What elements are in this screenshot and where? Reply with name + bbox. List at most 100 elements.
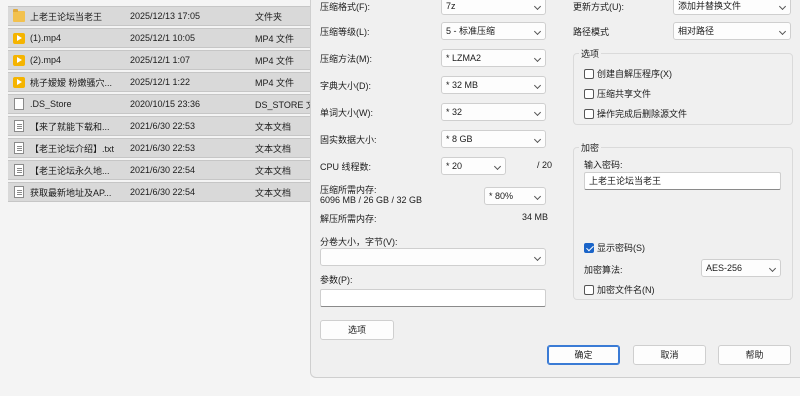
split-label: 分卷大小，字节(V): bbox=[320, 237, 398, 247]
video-icon bbox=[13, 33, 25, 44]
level-value: 5 - 标准压缩 bbox=[446, 26, 496, 36]
file-name: 【老王论坛永久地... bbox=[30, 165, 110, 176]
file-name: (2).mp4 bbox=[30, 55, 62, 65]
password-input[interactable]: 上老王论坛当老王 bbox=[584, 172, 781, 190]
file-row[interactable]: 【老王论坛介绍】.txt 2021/6/30 22:53 文本文档 bbox=[8, 138, 310, 158]
encrypt-names-label: 加密文件名(N) bbox=[597, 285, 655, 295]
file-date: 2020/10/15 23:36 bbox=[130, 99, 201, 109]
file-row[interactable]: 桃子嫒嫒 粉嫩骚穴... 2025/12/1 1:22 MP4 文件 bbox=[8, 72, 310, 92]
cpu-value: * 20 bbox=[446, 161, 463, 171]
file-type: 文本文档 bbox=[255, 187, 292, 198]
chevron-down-icon bbox=[778, 2, 787, 11]
word-value: * 32 bbox=[446, 107, 463, 117]
file-name: 【老王论坛介绍】.txt bbox=[30, 143, 115, 154]
file-name: .DS_Store bbox=[30, 99, 72, 109]
file-type: 文本文档 bbox=[255, 121, 292, 132]
params-label: 参数(P): bbox=[320, 275, 353, 285]
ok-button[interactable]: 确定 bbox=[547, 345, 620, 365]
update-select[interactable]: 添加并替换文件 bbox=[673, 0, 791, 15]
chevron-down-icon bbox=[533, 27, 542, 36]
help-button[interactable]: 帮助 bbox=[718, 345, 791, 365]
method-select[interactable]: * LZMA2 bbox=[441, 49, 546, 67]
sfx-checkbox[interactable]: 创建自解压程序(X) bbox=[584, 67, 672, 80]
file-type: DS_STORE 文 bbox=[255, 99, 310, 110]
file-name: (1).mp4 bbox=[30, 33, 62, 43]
word-select[interactable]: * 32 bbox=[441, 103, 546, 121]
checkbox-box bbox=[584, 108, 594, 119]
encryption-group-title: 加密 bbox=[579, 141, 602, 154]
file-date: 2021/6/30 22:54 bbox=[130, 165, 196, 175]
file-name: 桃子嫒嫒 粉嫩骚穴... bbox=[30, 77, 113, 88]
level-select[interactable]: 5 - 标准压缩 bbox=[441, 22, 546, 40]
solid-select[interactable]: * 8 GB bbox=[441, 130, 546, 148]
file-row[interactable]: 【来了就能下载和... 2021/6/30 22:53 文本文档 bbox=[8, 116, 310, 136]
file-date: 2025/12/1 10:05 bbox=[130, 33, 196, 43]
file-type: 文本文档 bbox=[255, 165, 292, 176]
file-icon bbox=[14, 98, 24, 110]
video-icon bbox=[13, 55, 25, 66]
format-label: 压缩格式(F): bbox=[320, 2, 370, 12]
checkbox-box bbox=[584, 242, 594, 253]
checkbox-box bbox=[584, 284, 594, 295]
file-row[interactable]: 上老王论坛当老王 2025/12/13 17:05 文件夹 bbox=[8, 6, 310, 26]
path-label: 路径模式 bbox=[573, 27, 610, 37]
update-label: 更新方式(U): bbox=[573, 2, 624, 12]
chevron-down-icon bbox=[778, 27, 787, 36]
mem-decomp-label: 解压所需内存: bbox=[320, 214, 377, 224]
checkbox-box bbox=[584, 68, 594, 79]
show-password-label: 显示密码(S) bbox=[597, 243, 645, 253]
dict-label: 字典大小(D): bbox=[320, 81, 371, 91]
chevron-down-icon bbox=[533, 192, 542, 201]
path-select[interactable]: 相对路径 bbox=[673, 22, 791, 40]
cpu-select[interactable]: * 20 bbox=[441, 157, 506, 175]
show-password-checkbox[interactable]: 显示密码(S) bbox=[584, 241, 645, 254]
method-value: * LZMA2 bbox=[446, 53, 482, 63]
cpu-label: CPU 线程数: bbox=[320, 162, 372, 172]
file-list: 上老王论坛当老王 2025/12/13 17:05 文件夹 (1).mp4 20… bbox=[0, 0, 310, 396]
format-select[interactable]: 7z bbox=[441, 0, 546, 15]
password-label: 输入密码: bbox=[584, 160, 623, 170]
file-row[interactable]: (1).mp4 2025/12/1 10:05 MP4 文件 bbox=[8, 28, 310, 48]
text-doc-icon bbox=[14, 164, 24, 176]
text-doc-icon bbox=[14, 120, 24, 132]
enc-method-select[interactable]: AES-256 bbox=[701, 259, 781, 277]
chevron-down-icon bbox=[533, 253, 542, 262]
dict-select[interactable]: * 32 MB bbox=[441, 76, 546, 94]
file-date: 2025/12/13 17:05 bbox=[130, 11, 201, 21]
word-label: 单词大小(W): bbox=[320, 108, 373, 118]
shared-files-label: 压缩共享文件 bbox=[597, 89, 652, 99]
delete-after-checkbox[interactable]: 操作完成后删除源文件 bbox=[584, 107, 687, 120]
file-row[interactable]: .DS_Store 2020/10/15 23:36 DS_STORE 文 bbox=[8, 94, 310, 114]
mem-percent-value: * 80% bbox=[489, 191, 514, 201]
file-row[interactable]: (2).mp4 2025/12/1 1:07 MP4 文件 bbox=[8, 50, 310, 70]
solid-label: 固实数据大小: bbox=[320, 135, 377, 145]
file-name: 【来了就能下载和... bbox=[30, 121, 110, 132]
method-label: 压缩方法(M): bbox=[320, 54, 372, 64]
cpu-max: / 20 bbox=[537, 160, 553, 170]
chevron-down-icon bbox=[533, 54, 542, 63]
delete-after-label: 操作完成后删除源文件 bbox=[597, 109, 688, 119]
mem-comp-detail: 6096 MB / 26 GB / 32 GB bbox=[320, 195, 423, 205]
split-select[interactable] bbox=[320, 248, 546, 266]
chevron-down-icon bbox=[493, 162, 502, 171]
file-date: 2021/6/30 22:53 bbox=[130, 121, 196, 131]
update-value: 添加并替换文件 bbox=[678, 1, 742, 11]
file-row[interactable]: 【老王论坛永久地... 2021/6/30 22:54 文本文档 bbox=[8, 160, 310, 180]
sfx-label: 创建自解压程序(X) bbox=[597, 69, 672, 79]
encrypt-names-checkbox[interactable]: 加密文件名(N) bbox=[584, 283, 655, 296]
file-type: MP4 文件 bbox=[255, 77, 295, 88]
options-button[interactable]: 选项 bbox=[320, 320, 394, 340]
path-value: 相对路径 bbox=[678, 26, 715, 36]
shared-files-checkbox[interactable]: 压缩共享文件 bbox=[584, 87, 651, 100]
params-input[interactable] bbox=[320, 289, 546, 307]
file-type: MP4 文件 bbox=[255, 33, 295, 44]
file-date: 2021/6/30 22:53 bbox=[130, 143, 196, 153]
file-name: 获取最新地址及AP... bbox=[30, 187, 112, 198]
file-date: 2025/12/1 1:22 bbox=[130, 77, 191, 87]
mem-percent-select[interactable]: * 80% bbox=[484, 187, 546, 205]
enc-method-label: 加密算法: bbox=[584, 265, 623, 275]
file-row[interactable]: 获取最新地址及AP... 2021/6/30 22:54 文本文档 bbox=[8, 182, 310, 202]
cancel-button[interactable]: 取消 bbox=[633, 345, 706, 365]
file-type: 文本文档 bbox=[255, 143, 292, 154]
file-date: 2021/6/30 22:54 bbox=[130, 187, 196, 197]
